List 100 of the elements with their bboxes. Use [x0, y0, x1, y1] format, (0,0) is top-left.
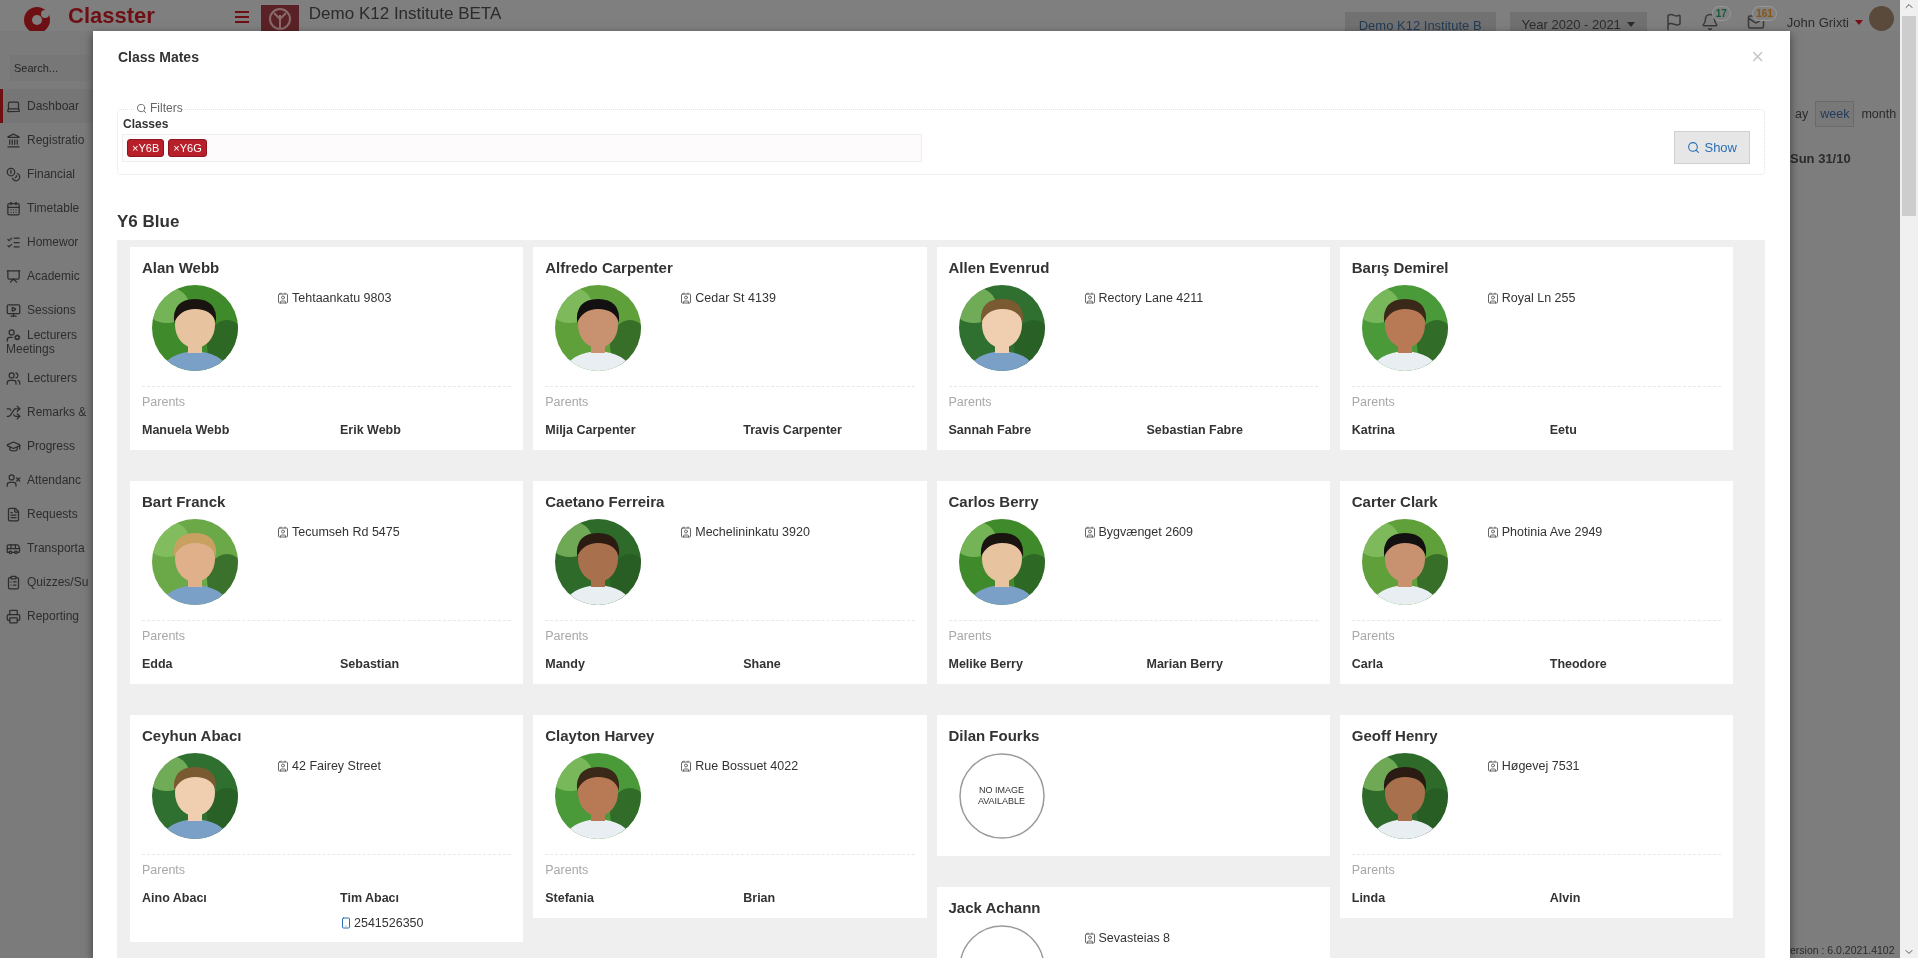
phone-number: 2541526350	[340, 916, 512, 930]
student-name: Geoff Henry	[1351, 727, 1439, 745]
brand-name: Classter	[68, 3, 155, 29]
student-name: Alfredo Carpenter	[545, 259, 674, 277]
sidebar-item[interactable]: Registratio	[0, 123, 93, 157]
sidebar-item[interactable]: Lecturers	[0, 361, 93, 395]
parents-label: Parents	[1351, 628, 1396, 644]
search-icon	[1687, 141, 1701, 154]
parents-label: Parents	[545, 628, 590, 644]
parent-name: Melike Berry	[948, 656, 1024, 672]
sidebar-item[interactable]: Progress	[0, 429, 93, 463]
contact-card-icon	[277, 292, 289, 304]
institute-title: Demo K12 Institute BETA	[308, 3, 502, 25]
sidebar-item[interactable]: Requests	[0, 497, 93, 531]
parents-label: Parents	[545, 862, 590, 878]
parents-label: Parents	[1351, 394, 1396, 410]
dialog-title: Class Mates	[118, 49, 199, 65]
sidebar-item[interactable]: Financial	[0, 157, 93, 191]
sidebar-item[interactable]: Homewor	[0, 225, 93, 259]
close-button[interactable]: ×	[1745, 43, 1770, 71]
parent-name: Aino Abacı	[142, 890, 208, 906]
search-icon	[136, 102, 147, 114]
parents-label: Parents	[142, 394, 187, 410]
document-icon	[6, 506, 21, 522]
parent-name: Milja Carpenter	[545, 422, 637, 438]
sidebar-item[interactable]: Attendanc	[0, 463, 93, 497]
user-menu[interactable]: John Grixti	[1786, 15, 1863, 30]
class-tag[interactable]: ×Y6G	[168, 139, 207, 157]
scrollbar[interactable]	[1900, 0, 1918, 958]
sidebar-item[interactable]: Sessions	[0, 293, 93, 327]
classes-field[interactable]: ×Y6B ×Y6G	[122, 134, 922, 162]
group-title: Y6 Blue	[117, 212, 181, 232]
view-button[interactable]: month	[1856, 101, 1902, 127]
contact-card-icon	[680, 292, 693, 304]
student-name: Alan Webb	[142, 259, 221, 277]
sidebar-item[interactable]: Remarks &	[0, 395, 93, 429]
sidebar-item[interactable]: Reporting	[0, 599, 93, 633]
flag-icon[interactable]	[1664, 13, 1683, 31]
message-badge: 161	[1752, 6, 1777, 21]
class-tag[interactable]: ×Y6B	[127, 139, 165, 157]
student-name: Caetano Ferreira	[545, 493, 666, 511]
contact-card-icon	[1083, 292, 1096, 304]
parent-name: Edda	[142, 656, 174, 672]
parent-name: Shane	[743, 656, 782, 672]
contact-card-icon	[1083, 526, 1096, 538]
contact-card-icon	[1083, 932, 1096, 944]
view-button[interactable]: week	[1815, 101, 1855, 127]
users-icon	[6, 370, 21, 386]
contact-card-icon	[277, 526, 289, 538]
parents-label: Parents	[545, 394, 590, 410]
printer-icon	[6, 608, 21, 624]
parent-name: Katrina	[1351, 422, 1396, 438]
no-image-text: NO IMAGE AVAILABLE	[976, 785, 1027, 807]
student-name: Bart Franck	[142, 493, 227, 511]
sidebar-item[interactable]: Lecturers Meetings	[0, 327, 93, 361]
sidebar-item[interactable]: Dashboar	[0, 89, 93, 123]
student-name: Jack Achann	[948, 899, 1042, 917]
field-label: Classes	[123, 117, 170, 131]
user-gear-icon	[6, 327, 21, 343]
parent-name: Mandy	[545, 656, 586, 672]
view-button[interactable]: ay	[1790, 101, 1814, 127]
student-name: Allen Evenrud	[948, 259, 1051, 277]
parent-name: Linda	[1351, 890, 1387, 906]
address: Photinia Ave 2949	[1486, 525, 1721, 539]
address: Høgevej 7531	[1486, 759, 1721, 773]
student-name: Carlos Berry	[948, 493, 1040, 511]
search-field[interactable]: Search...	[10, 55, 90, 81]
show-button[interactable]: Show	[1674, 131, 1750, 164]
filters-legend: Filters	[134, 101, 185, 115]
address: Sevasteias 8	[1083, 931, 1318, 945]
sidebar-item[interactable]: Academic	[0, 259, 93, 293]
parent-name: Stefania	[545, 890, 595, 906]
contact-card-icon	[680, 760, 693, 772]
parents-label: Parents	[948, 394, 993, 410]
parent-name: Travis Carpenter	[743, 422, 843, 438]
address: Mechelininkatu 3920	[680, 525, 915, 539]
day-header: Sun 31/10	[1790, 151, 1852, 166]
parents-label: Parents	[948, 628, 993, 644]
bank-icon	[6, 132, 21, 148]
parents-label: Parents	[142, 628, 187, 644]
menu-icon[interactable]	[234, 11, 249, 23]
laptop-icon	[6, 98, 21, 114]
sidebar-item[interactable]: Quizzes/Su	[0, 565, 93, 599]
notification-badge: 17	[1711, 6, 1731, 21]
parent-name: Alvin	[1549, 890, 1582, 906]
parent-name: Manuela Webb	[142, 422, 231, 438]
parent-name: Tim Abacı	[340, 890, 401, 906]
student-name: Dilan Fourks	[948, 727, 1041, 745]
address: Tehtaankatu 9803	[277, 291, 512, 305]
scroll-thumb[interactable]	[1902, 16, 1916, 216]
graduation-cap-icon	[6, 438, 21, 454]
shuffle-icon	[6, 404, 21, 420]
avatar[interactable]	[1869, 6, 1894, 31]
screen-icon	[6, 302, 21, 318]
contact-card-icon	[680, 526, 693, 538]
phone-icon	[340, 917, 352, 929]
sidebar-item[interactable]: Timetable	[0, 191, 93, 225]
sidebar-item[interactable]: Transporta	[0, 531, 93, 565]
address: Rectory Lane 4211	[1083, 291, 1318, 305]
address: Bygvænget 2609	[1083, 525, 1318, 539]
